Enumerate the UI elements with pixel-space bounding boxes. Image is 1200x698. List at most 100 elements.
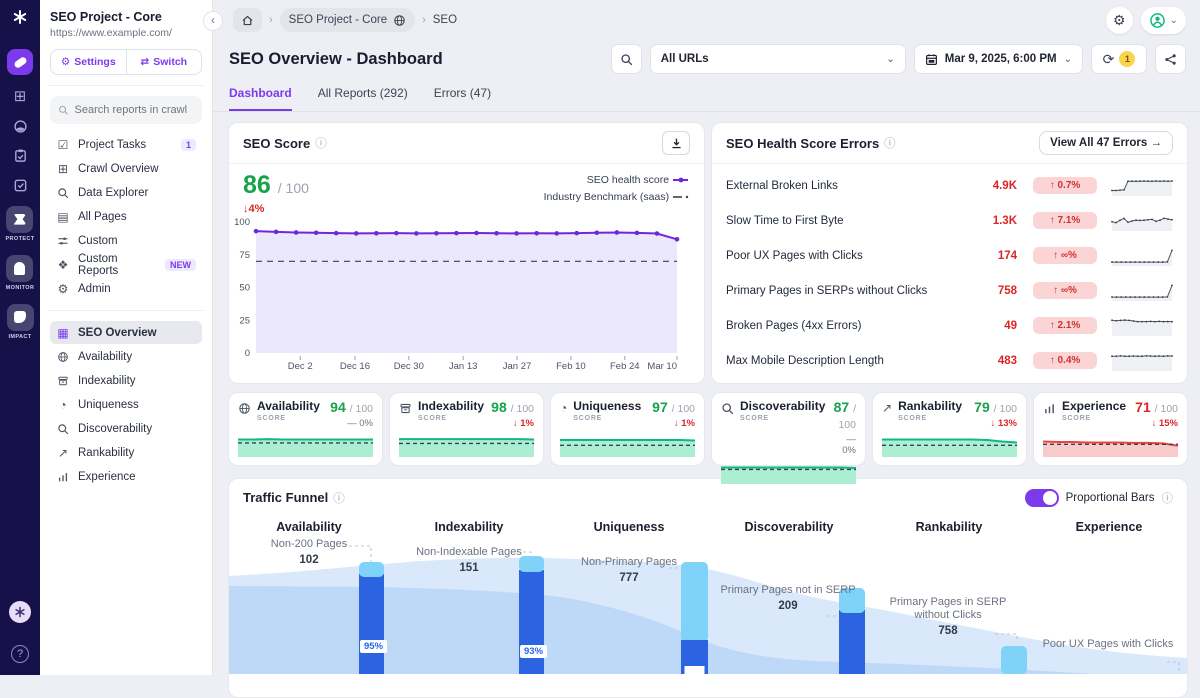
refresh-button[interactable]: ⟳ 1: [1091, 44, 1147, 74]
tab-dashboard[interactable]: Dashboard: [229, 86, 292, 111]
sidebar-item-uniqueness[interactable]: ◔ Uniqueness: [50, 393, 202, 416]
sidebar-item-project-tasks[interactable]: ☑ Project Tasks 1: [50, 133, 202, 156]
check-square-icon[interactable]: [13, 177, 28, 193]
errors-card-title: SEO Health Score Errors: [726, 136, 879, 151]
project-url: https://www.example.com/: [50, 27, 202, 39]
swap-icon: ⇄: [140, 56, 149, 68]
svg-text:Dec 16: Dec 16: [340, 361, 370, 372]
search-button[interactable]: [611, 44, 642, 74]
grid-apps-icon[interactable]: ⊞: [14, 89, 27, 104]
health-score-errors-card: SEO Health Score Errors ⓘ View All 47 Er…: [711, 122, 1188, 384]
clipboard-icon[interactable]: [13, 148, 28, 164]
download-button[interactable]: [662, 131, 690, 155]
error-row[interactable]: External Broken Links 4.9K ↑ 0.7%: [712, 168, 1187, 203]
uniqueness-score-card[interactable]: ◔ UniquenessSCORE 97 / 100 ↓ 1%: [550, 392, 705, 466]
sidebar-item-experience[interactable]: Experience: [50, 465, 202, 488]
funnel-col-availability: Availability: [229, 520, 389, 534]
funnel-title: Traffic Funnel: [243, 490, 328, 505]
availability-score-card[interactable]: AvailabilitySCORE 94 / 100 — 0%: [228, 392, 383, 466]
settings-button[interactable]: ⚙ Settings: [51, 50, 126, 74]
search-icon: [58, 104, 69, 116]
error-sparkline: [1111, 281, 1173, 301]
url-filter-select[interactable]: All URLs ⌄: [650, 44, 906, 74]
info-icon[interactable]: ⓘ: [315, 135, 327, 151]
gear-icon: ⚙: [61, 56, 70, 68]
gear-icon: ⚙: [56, 282, 70, 296]
info-icon[interactable]: ⓘ: [1162, 490, 1174, 506]
rankability-score-card[interactable]: ↗ RankabilitySCORE 79 / 100 ↓ 13%: [872, 392, 1027, 466]
error-sparkline: [1111, 246, 1173, 266]
sidebar-item-admin[interactable]: ⚙ Admin: [50, 277, 202, 300]
account-menu[interactable]: ⌄: [1141, 7, 1186, 34]
puzzle-icon: ❖: [56, 258, 70, 272]
new-badge: NEW: [165, 259, 196, 271]
svg-text:Feb 24: Feb 24: [610, 361, 640, 372]
svg-text:Jan 13: Jan 13: [449, 361, 478, 372]
change-badge: ↑ 7.1%: [1033, 212, 1097, 229]
sidebar-search[interactable]: [50, 96, 202, 124]
proportional-bars-toggle[interactable]: [1025, 489, 1059, 507]
download-icon: [670, 137, 683, 150]
toggle-label: Proportional Bars: [1066, 492, 1155, 504]
indexability-score-card[interactable]: IndexabilitySCORE 98 / 100 ↓ 1%: [389, 392, 544, 466]
svg-text:50: 50: [239, 283, 250, 294]
sidebar-item-data-explorer[interactable]: Data Explorer: [50, 181, 202, 204]
funnel-pass-badge: 95%: [360, 640, 387, 653]
info-icon[interactable]: ⓘ: [333, 490, 345, 506]
share-button[interactable]: [1155, 44, 1186, 74]
info-icon[interactable]: ⓘ: [884, 135, 896, 151]
error-row[interactable]: Max Mobile Description Length 483 ↑ 0.4%: [712, 343, 1187, 378]
sidebar-item-crawl-overview[interactable]: ⊞ Crawl Overview: [50, 157, 202, 180]
sidebar-item-seo-overview[interactable]: ▦ SEO Overview: [50, 321, 202, 344]
breadcrumb-project[interactable]: SEO Project - Core: [280, 8, 415, 32]
svg-text:75: 75: [239, 250, 250, 261]
active-app-button[interactable]: [7, 49, 33, 75]
uptime-icon[interactable]: [13, 118, 28, 134]
switch-button[interactable]: ⇄ Switch: [126, 50, 202, 74]
rail-group-monitor[interactable]: MONITOR: [6, 255, 35, 291]
archive-icon: [399, 401, 412, 415]
chevron-right-icon: ›: [269, 14, 273, 26]
experience-score-card[interactable]: ExperienceSCORE 71 / 100 ↓ 15%: [1033, 392, 1188, 466]
discoverability-score-card[interactable]: DiscoverabilitySCORE 87 / 100 — 0%: [711, 392, 866, 466]
sidebar-search-input[interactable]: [75, 104, 194, 116]
date-select[interactable]: Mar 9, 2025, 6:00 PM ⌄: [914, 44, 1083, 74]
impact-label: IMPACT: [7, 334, 34, 340]
sidebar-item-availability[interactable]: Availability: [50, 345, 202, 368]
sidebar-item-custom-reports[interactable]: ❖ Custom Reports NEW: [50, 253, 202, 276]
settings-gear-button[interactable]: ⚙: [1106, 7, 1133, 34]
sidebar-item-all-pages[interactable]: ▤ All Pages: [50, 205, 202, 228]
sidebar-item-indexability[interactable]: Indexability: [50, 369, 202, 392]
app-logo-icon[interactable]: [12, 9, 28, 25]
error-row[interactable]: Slow Time to First Byte 1.3K ↑ 7.1%: [712, 203, 1187, 238]
rail-group-impact[interactable]: IMPACT: [7, 304, 34, 340]
error-row[interactable]: Broken Pages (4xx Errors) 49 ↑ 2.1%: [712, 308, 1187, 343]
change-badge: ↑ 0.4%: [1033, 352, 1097, 369]
funnel-stage-label: Primary Pages not in SERP209: [713, 584, 863, 613]
sidebar-item-rankability[interactable]: ↗ Rankability: [50, 441, 202, 464]
sidebar-collapse-button[interactable]: ‹: [203, 11, 223, 31]
bar-chart-icon: [56, 470, 70, 484]
help-button[interactable]: ?: [11, 645, 29, 663]
change-badge: ↑ 2.1%: [1033, 317, 1097, 334]
tab-errors[interactable]: Errors (47): [434, 86, 491, 111]
error-row[interactable]: Primary Pages in SERPs without Clicks 75…: [712, 273, 1187, 308]
hash-button[interactable]: [9, 601, 31, 623]
funnel-col-experience: Experience: [1029, 520, 1188, 534]
sidebar-item-custom[interactable]: Custom: [50, 229, 202, 252]
trend-up-icon: ↗: [882, 401, 892, 415]
seo-score-title: SEO Score: [243, 136, 310, 151]
error-row[interactable]: Poor UX Pages with Clicks 174 ↑ ∞%: [712, 238, 1187, 273]
svg-text:Jan 27: Jan 27: [503, 361, 532, 372]
tab-all-reports[interactable]: All Reports (292): [318, 86, 408, 111]
view-all-errors-button[interactable]: View All 47 Errors →: [1039, 131, 1173, 155]
pie-icon: ◔: [560, 401, 567, 415]
svg-text:Dec 30: Dec 30: [394, 361, 424, 372]
sidebar-item-discoverability[interactable]: Discoverability: [50, 417, 202, 440]
search-icon: [56, 422, 70, 436]
archive-icon: [56, 374, 70, 388]
rail-group-protect[interactable]: PROTECT: [5, 206, 34, 242]
breadcrumb-home[interactable]: [233, 8, 262, 32]
bar-chart-icon: [1043, 401, 1056, 415]
app-rail: ⊞ PROTECT MONITOR IMPACT ?: [0, 0, 40, 675]
